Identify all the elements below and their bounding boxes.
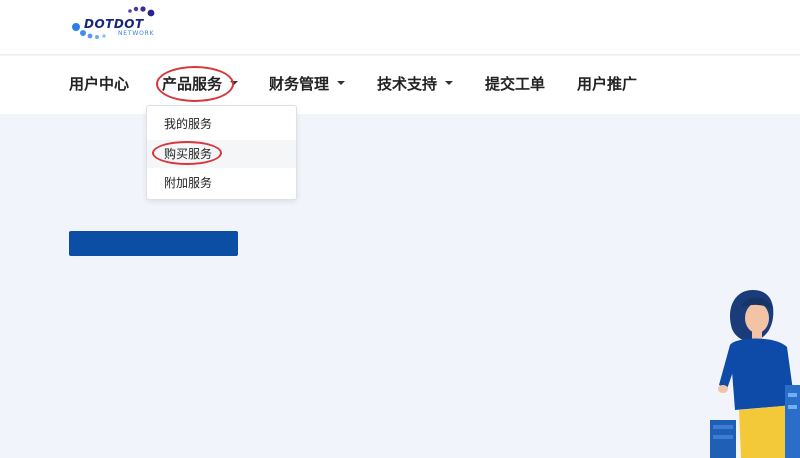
person-illustration [710,290,800,458]
nav-item-label: 提交工单 [485,75,546,93]
brand-logo[interactable]: DOTDOT NETWORK [68,5,168,45]
dropdown-item-my-services[interactable]: 我的服务 [147,110,296,138]
nav-item-label: 技术支持 [377,75,438,93]
primary-action-bar[interactable] [69,231,238,256]
dropdown-item-label: 我的服务 [164,117,213,131]
nav-item-finance[interactable]: 财务管理 [269,73,346,95]
nav-item-support[interactable]: 技术支持 [377,73,454,95]
main-nav: 用户中心 产品服务 财务管理 技术支持 提交工单 用户推广 [0,56,800,114]
caret-down-icon [445,80,454,85]
nav-item-referral[interactable]: 用户推广 [577,73,637,95]
dropdown-item-label: 附加服务 [164,176,213,190]
dropdown-item-addon-services[interactable]: 附加服务 [147,169,296,197]
nav-item-label: 用户推广 [577,75,638,93]
logo-subtitle: NETWORK [118,30,155,37]
caret-down-icon [337,80,346,85]
nav-item-label: 财务管理 [269,75,330,93]
highlight-circle-products [156,66,234,102]
logo-wordmark: DOTDOT [84,17,144,31]
highlight-circle-buy-services [152,141,222,165]
top-header: DOTDOT NETWORK [0,0,800,55]
nav-item-ticket[interactable]: 提交工单 [485,73,545,95]
nav-item-label: 用户中心 [69,75,130,93]
nav-item-user-center[interactable]: 用户中心 [69,73,129,95]
